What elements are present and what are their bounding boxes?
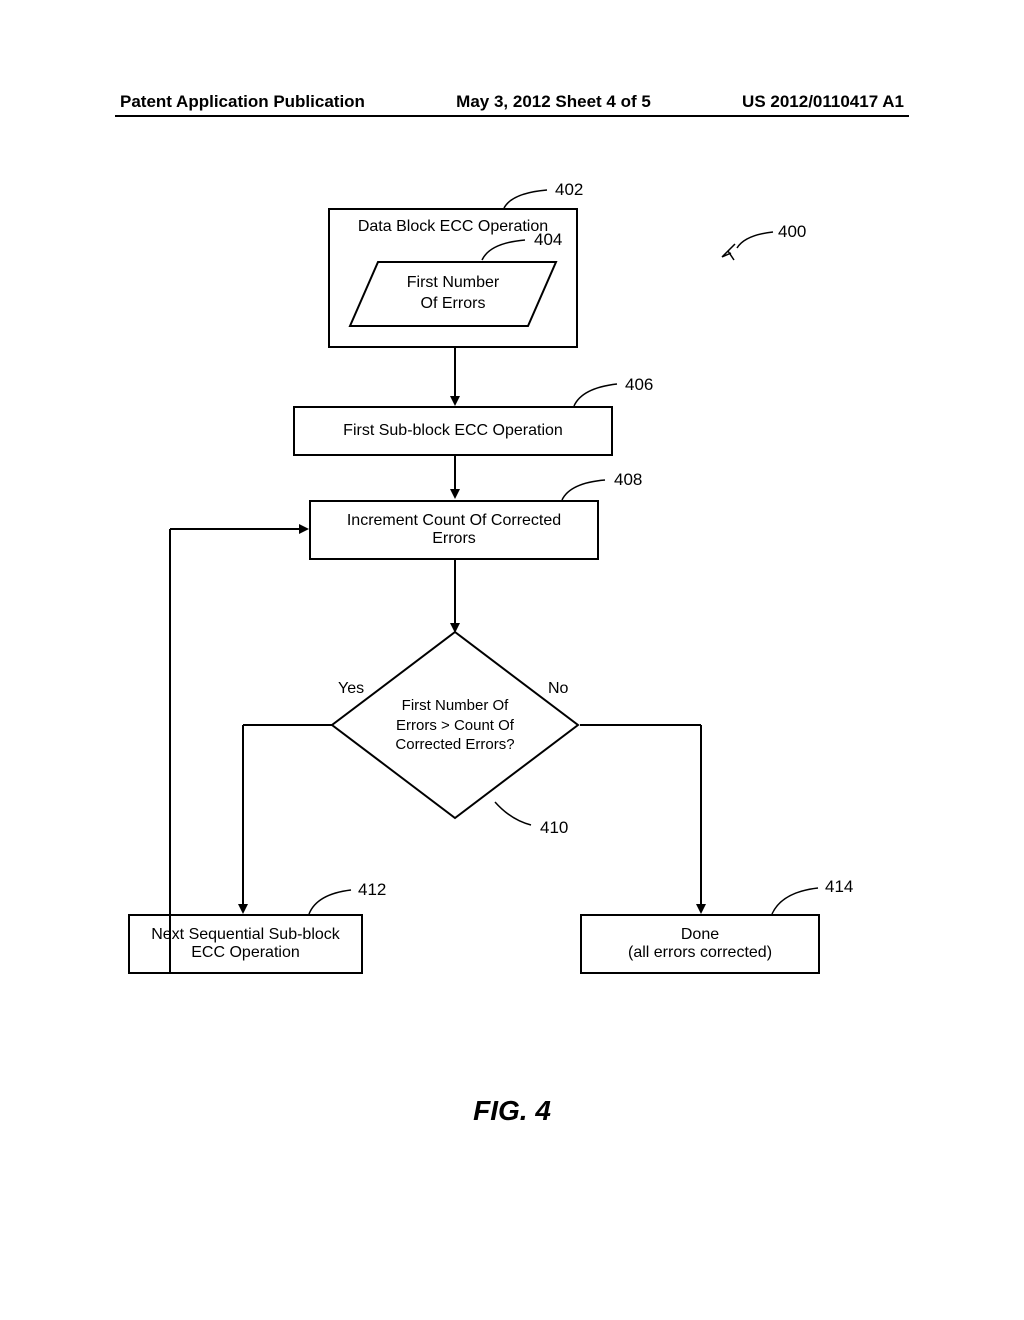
block-414-line1: Done <box>681 926 719 944</box>
callout-412-line <box>307 888 355 916</box>
flowchart-diagram: Data Block ECC Operation First Number Of… <box>0 180 1024 1080</box>
block-414-line2: (all errors corrected) <box>628 944 772 962</box>
callout-412: 412 <box>358 880 386 900</box>
block-404-line1: First Number <box>348 273 558 294</box>
callout-406-line <box>572 382 622 408</box>
block-410-line2: Errors > Count Of <box>330 715 580 735</box>
callout-410: 410 <box>540 818 568 838</box>
arrow-402-406 <box>448 348 462 408</box>
callout-406: 406 <box>625 375 653 395</box>
block-414: Done (all errors corrected) <box>580 914 820 974</box>
arrow-406-408 <box>448 456 462 501</box>
no-label: No <box>548 680 568 698</box>
block-408-line1: Increment Count Of Corrected <box>347 512 561 530</box>
callout-410-line <box>493 800 533 830</box>
callout-402: 402 <box>555 180 583 200</box>
arrow-no <box>578 718 708 918</box>
block-408: Increment Count Of Corrected Errors <box>309 500 599 560</box>
yes-label: Yes <box>338 680 364 698</box>
header-divider <box>115 115 909 117</box>
header-left: Patent Application Publication <box>120 92 365 112</box>
callout-414: 414 <box>825 877 853 897</box>
callout-414-line <box>770 886 822 916</box>
header-right: US 2012/0110417 A1 <box>742 92 904 112</box>
callout-404: 404 <box>534 230 562 250</box>
arrow-408-410 <box>448 560 462 635</box>
block-404-line2: Of Errors <box>348 294 558 315</box>
callout-400-line <box>735 230 775 250</box>
block-410-line3: Corrected Errors? <box>330 735 580 755</box>
callout-408: 408 <box>614 470 642 490</box>
arrow-loop <box>163 522 313 982</box>
block-410-line1: First Number Of <box>330 696 580 716</box>
header-center: May 3, 2012 Sheet 4 of 5 <box>456 92 651 112</box>
block-408-line2: Errors <box>432 530 476 548</box>
block-406: First Sub-block ECC Operation <box>293 406 613 456</box>
block-406-text: First Sub-block ECC Operation <box>343 422 563 440</box>
callout-400: 400 <box>778 222 806 242</box>
callout-404-line <box>480 238 530 262</box>
block-410: First Number Of Errors > Count Of Correc… <box>330 630 580 820</box>
callout-402-line <box>502 188 552 210</box>
callout-408-line <box>560 478 610 502</box>
block-404: First Number Of Errors <box>348 260 558 328</box>
figure-label: FIG. 4 <box>0 1095 1024 1127</box>
